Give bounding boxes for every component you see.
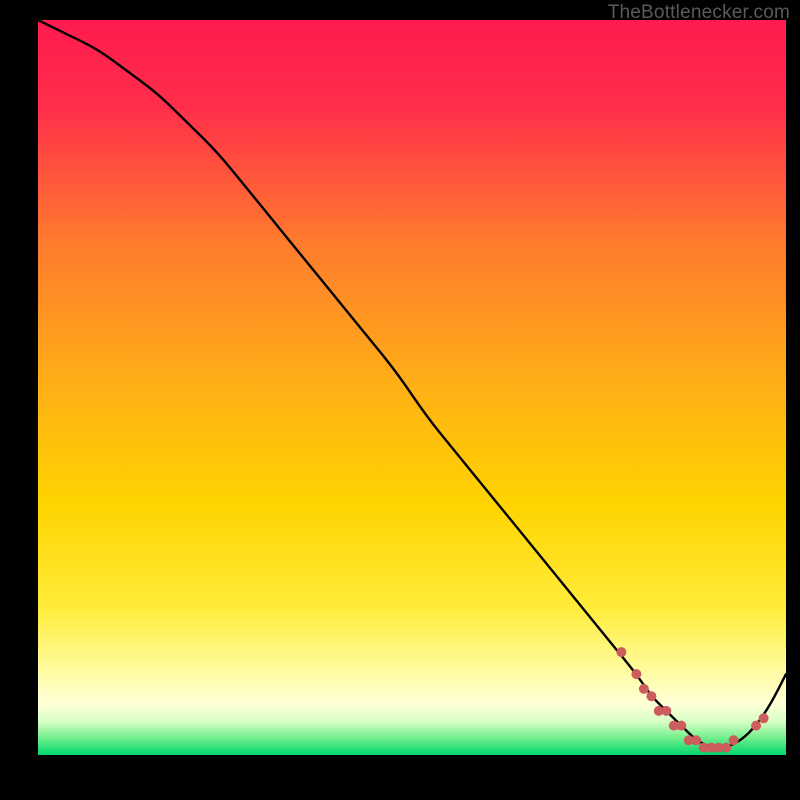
curve-marker (661, 706, 671, 716)
curve-marker (691, 735, 701, 745)
curve-marker (646, 691, 656, 701)
curve-marker (631, 669, 641, 679)
curve-marker (676, 721, 686, 731)
curve-marker (639, 684, 649, 694)
curve-marker (721, 743, 731, 753)
curve-marker (729, 735, 739, 745)
bottleneck-chart (38, 20, 786, 755)
plot-area (38, 20, 786, 755)
chart-stage: TheBottlenecker.com (0, 0, 800, 800)
gradient-fill (38, 20, 786, 755)
curve-marker (616, 647, 626, 657)
curve-marker (751, 721, 761, 731)
curve-marker (759, 713, 769, 723)
